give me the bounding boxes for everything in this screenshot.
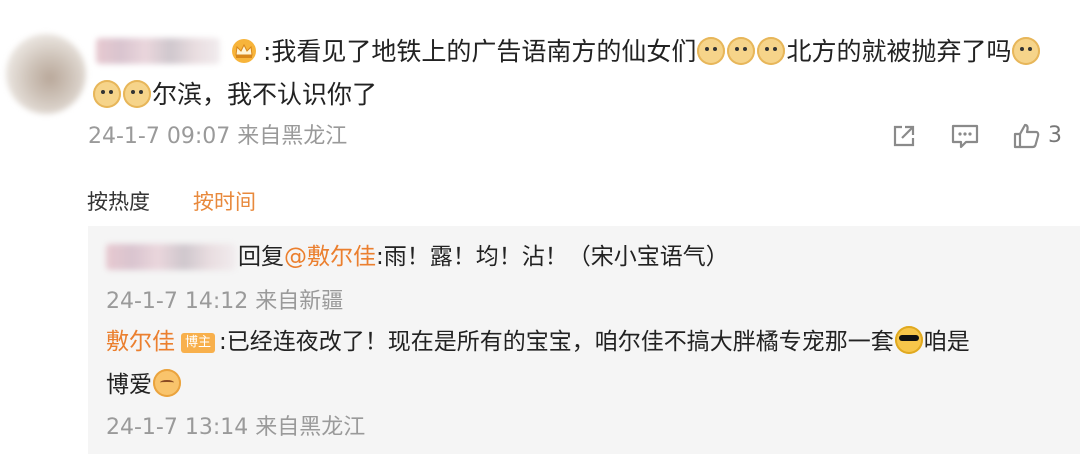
cool-sunglasses-emoji-icon [894,326,923,354]
shy-smile-emoji-icon [153,369,181,397]
reply-2-author-link[interactable]: 敷尔佳 [106,329,175,355]
reply-1-meta: 24-1-7 14:12 来自新疆 [106,289,344,314]
reply-1-body: :雨！露！均！沾！（宋小宝语气） [376,244,729,270]
doge-emoji-icon [757,37,786,65]
doge-emoji-icon [93,80,121,108]
doge-emoji-icon [697,37,726,65]
doge-emoji-icon [727,37,756,65]
doge-emoji-icon [1012,37,1041,65]
reply-2-text: 敷尔佳 博主:已经连夜改了！现在是所有的宝宝，咱尔佳不搞大胖橘专宠那一套 咱是 [106,326,970,358]
comment-text-part2: 北方的就被抛弃了吗 [786,37,1012,66]
avatar[interactable] [6,34,86,114]
reply-author-blurred[interactable] [106,244,236,270]
comment-meta: 24-1-7 09:07 来自黑龙江 [88,124,348,149]
comment-text-line-1: :我看见了地铁上的广告语南方的仙女们 北方的就被抛弃了吗 [263,35,1041,69]
reply-2-text-line-2: 博爱 [106,369,182,401]
reply-prefix: 回复 [238,244,284,270]
doge-emoji-icon [123,80,151,108]
reply-1-text: 回复@敷尔佳:雨！露！均！沾！（宋小宝语气） [238,241,729,273]
sort-by-time-tab[interactable]: 按时间 [193,188,256,216]
like-icon[interactable] [1011,121,1041,151]
reply-2-body-line2: 博爱 [106,372,152,398]
reply-2-meta: 24-1-7 13:14 来自黑龙江 [106,415,366,440]
reply-2-body: :已经连夜改了！现在是所有的宝宝，咱尔佳不搞大胖橘专宠那一套 [219,329,894,355]
comment-icon[interactable] [950,122,980,150]
crown-badge-icon [232,39,256,63]
sort-by-heat-tab[interactable]: 按热度 [87,188,150,216]
mention-link[interactable]: @敷尔佳 [284,244,376,270]
comment-text-line-2: 尔滨，我不认识你了 [92,78,377,112]
blogger-badge: 博主 [181,333,216,353]
reply-2-body-end: 咱是 [923,329,970,355]
comment-text-part1: :我看见了地铁上的广告语南方的仙女们 [263,37,697,66]
comment-text-part3: 尔滨，我不认识你了 [152,80,378,109]
commenter-name-blurred[interactable] [96,38,220,64]
like-count: 3 [1048,123,1062,148]
share-icon[interactable] [890,122,918,150]
